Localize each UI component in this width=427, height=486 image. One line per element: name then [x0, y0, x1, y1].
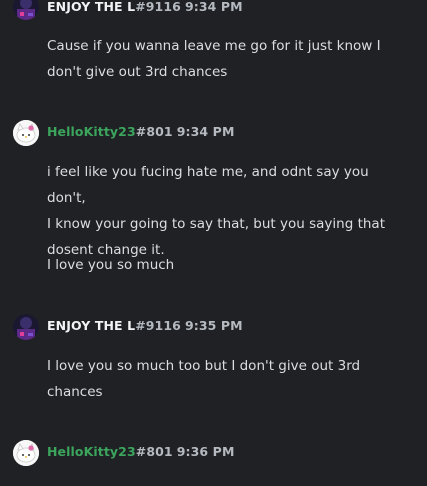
message-header: HelloKitty23#801 9:36 PM — [47, 444, 234, 459]
author-name[interactable]: ENJOY THE L — [47, 0, 135, 14]
author-name[interactable]: HelloKitty23 — [47, 124, 136, 139]
avatar-hellokitty-icon[interactable] — [13, 120, 39, 146]
author-discriminator: #801 — [135, 444, 173, 459]
message-line: don't give out 3rd chances — [47, 64, 228, 80]
message-line: I love you so much too but I don't give … — [47, 358, 361, 374]
author-discriminator: #801 — [135, 124, 173, 139]
message-text: i feel like you fucing hate me, and odnt… — [47, 159, 407, 263]
timestamp: 9:34 PM — [176, 124, 235, 139]
message-text: I love you so much — [47, 252, 407, 278]
avatar-enjoy-the-l-icon[interactable] — [13, 0, 39, 20]
message-line: chances — [47, 384, 103, 400]
timestamp: 9:34 PM — [184, 0, 243, 14]
message-line: Cause if you wanna leave me go for it ju… — [47, 38, 381, 54]
message-header: HelloKitty23#801 9:34 PM — [47, 124, 234, 139]
author-name[interactable]: ENJOY THE L — [47, 318, 135, 333]
timestamp: 9:36 PM — [176, 444, 235, 459]
chat-messages: ENJOY THE L#9116 9:34 PM Cause if you wan… — [0, 0, 427, 486]
author-discriminator: #9116 — [135, 0, 181, 14]
message-header: ENJOY THE L#9116 9:35 PM — [47, 318, 243, 333]
author-discriminator: #9116 — [135, 318, 181, 333]
message-line: I know your going to say that, but you s… — [47, 216, 385, 232]
message-text: I love you so much too but I don't give … — [47, 353, 407, 405]
message-header: ENJOY THE L#9116 9:34 PM — [47, 0, 243, 14]
avatar-hellokitty-icon[interactable] — [13, 440, 39, 466]
message-text: Cause if you wanna leave me go for it ju… — [47, 33, 407, 85]
author-name[interactable]: HelloKitty23 — [47, 444, 136, 459]
message-line: I love you so much — [47, 257, 175, 273]
timestamp: 9:35 PM — [184, 318, 243, 333]
message-line: i feel like you fucing hate me, and odnt… — [47, 164, 369, 206]
avatar-enjoy-the-l-icon[interactable] — [13, 314, 39, 340]
